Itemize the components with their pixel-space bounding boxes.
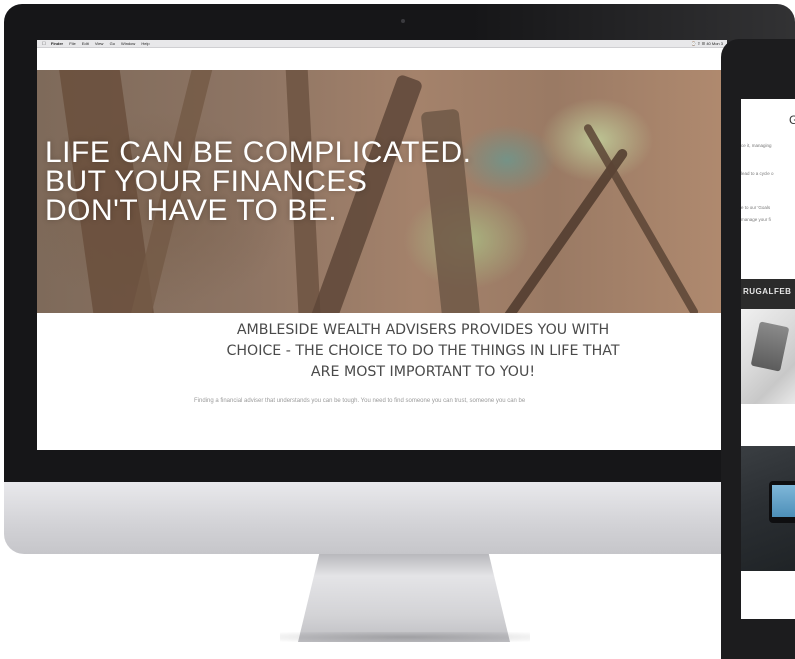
headline-line-3: ARE MOST IMPORTANT TO YOU! [310,364,536,380]
tablet-screen: G ce it, managing lead to a cycle o e to… [741,99,795,619]
hero-line-2: BUT YOUR FINANCES [45,165,368,198]
headline-line-2: CHOICE - THE CHOICE TO DO THE THINGS IN … [226,343,620,359]
tablet-text-line: e to our 'Goals [741,205,771,210]
section-headline: AMBLESIDE WEALTH ADVISERS PROVIDES YOU W… [188,320,658,383]
tablet-banner-text: RUGALFEB [743,287,792,296]
menu-view[interactable]: View [95,40,104,47]
tablet-banner: RUGALFEB [741,279,795,309]
held-tablet-screen [772,485,795,517]
menubar-status[interactable]: ⌚ ⇪ ☰ 40 Mon 3 [691,40,723,47]
branch-shape [582,122,700,313]
bezel-glare [470,4,795,44]
hero-line-1: LIFE CAN BE COMPLICATED. [45,136,472,169]
hero-line-3: DON'T HAVE TO BE. [45,194,338,227]
menu-help[interactable]: Help [141,40,149,47]
stand-shadow [280,632,530,642]
menu-file[interactable]: File [69,40,75,47]
menu-window[interactable]: Window [121,40,135,47]
headline-line-1: AMBLESIDE WEALTH ADVISERS PROVIDES YOU W… [236,322,610,338]
menu-finder[interactable]: Finder [51,40,63,47]
tablet-text-line: manage your fi [741,217,771,222]
hero-banner: LIFE CAN BE COMPLICATED. BUT YOUR FINANC… [37,70,727,313]
tablet-text-line: lead to a cycle o [741,171,774,176]
hero-headline: LIFE CAN BE COMPLICATED. BUT YOUR FINANC… [45,136,472,227]
tablet-text-line: ce it, managing [741,143,772,148]
menu-go[interactable]: Go [110,40,115,47]
menu-edit[interactable]: Edit [82,40,89,47]
camera-icon [401,19,405,23]
tablet-page-title: G [789,113,795,127]
imac-chin [4,482,795,554]
macos-menubar:  Finder File Edit View Go Window Help ⌚… [37,40,727,48]
imac-screen:  Finder File Edit View Go Window Help ⌚… [37,40,727,450]
intro-paragraph: Finding a financial adviser that underst… [194,398,526,404]
imac-stand [298,554,510,642]
apple-icon[interactable]:  [42,41,46,48]
